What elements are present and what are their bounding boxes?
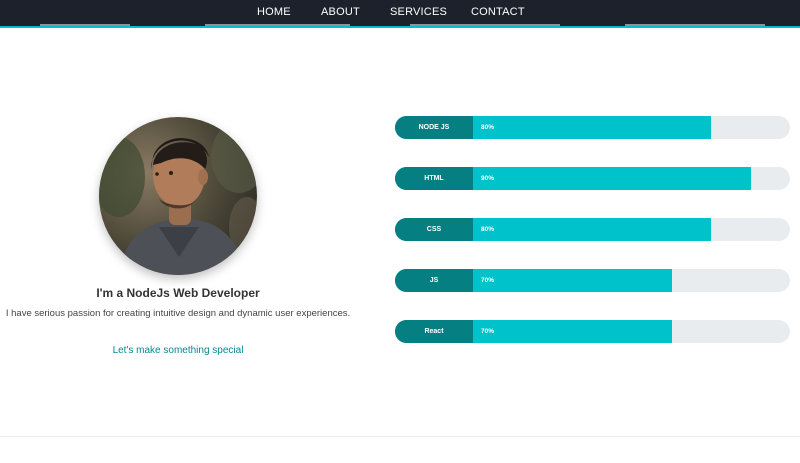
nav-item-services[interactable]: SERVICES	[390, 6, 447, 18]
skill-label: React	[395, 320, 473, 343]
skill-percent: 80%	[481, 226, 495, 233]
skill-bar: JS 70%	[395, 269, 790, 292]
skill-label: NODE JS	[395, 116, 473, 139]
skill-bar: NODE JS 80%	[395, 116, 790, 139]
clipped-previous-section	[0, 24, 800, 32]
skill-label: HTML	[395, 167, 473, 190]
skill-bar: CSS 80%	[395, 218, 790, 241]
skill-bar: React 70%	[395, 320, 790, 343]
skill-percent: 70%	[481, 328, 495, 335]
profile-description: I have serious passion for creating intu…	[5, 308, 351, 319]
skill-bar: HTML 90%	[395, 167, 790, 190]
nav-item-home[interactable]: HOME	[257, 6, 291, 18]
skill-percent: 80%	[481, 124, 495, 131]
skill-label: CSS	[395, 218, 473, 241]
skill-label: JS	[395, 269, 473, 292]
skill-percent: 90%	[481, 175, 495, 182]
nav-menu: HOME ABOUT SERVICES CONTACT	[0, 0, 800, 26]
profile-photo	[99, 117, 257, 275]
cta-link[interactable]: Let's make something special	[0, 345, 356, 356]
avatar	[99, 117, 257, 275]
nav-item-about[interactable]: ABOUT	[321, 6, 360, 18]
nav-item-contact[interactable]: CONTACT	[471, 6, 525, 18]
section-divider	[0, 436, 800, 437]
profile-title: I'm a NodeJs Web Developer	[96, 286, 260, 300]
skill-percent: 70%	[481, 277, 495, 284]
